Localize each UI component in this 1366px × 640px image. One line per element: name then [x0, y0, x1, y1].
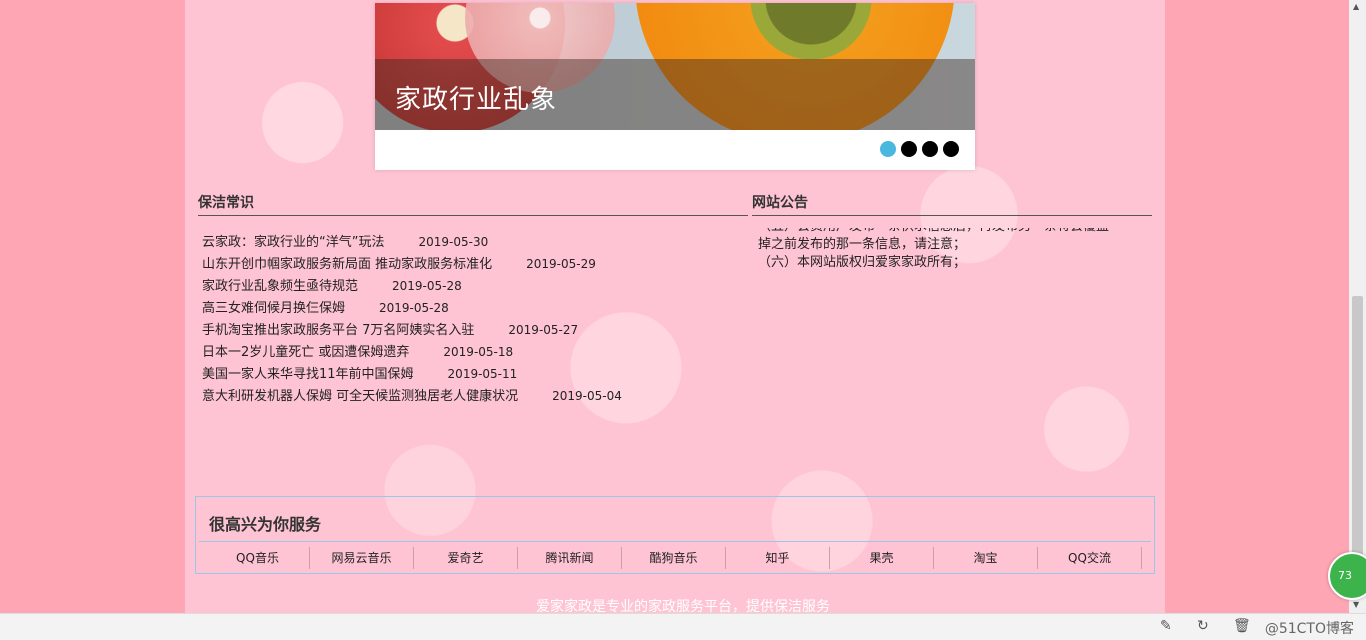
news-title[interactable]: 高三女难伺候月换仨保姆: [202, 301, 345, 316]
list-item[interactable]: 日本一2岁儿童死亡 或因遭保姆遗弃 2019-05-18: [202, 341, 622, 363]
scroll-up-icon[interactable]: ▲: [1353, 2, 1359, 11]
image-slider: 家政行业乱象: [375, 3, 975, 170]
link-qq-music[interactable]: QQ音乐: [206, 547, 310, 569]
friend-links: QQ音乐 网易云音乐 爱奇艺 腾讯新闻 酷狗音乐 知乎 果壳 淘宝 QQ交流: [206, 547, 1142, 569]
notice-scroller: （五）会员用户发布一条供求信息后，再发布另一条将会覆盖 掉之前发布的那一条信息，…: [758, 228, 1138, 278]
list-item[interactable]: 高三女难伺候月换仨保姆 2019-05-28: [202, 297, 622, 319]
knowledge-list: 云家政：家政行业的“洋气”玩法 2019-05-30 山东开创巾帼家政服务新局面 …: [202, 231, 622, 407]
news-title[interactable]: 美国一家人来华寻找11年前中国保姆: [202, 367, 414, 382]
pin-icon[interactable]: ✎: [1160, 618, 1172, 634]
refresh-icon[interactable]: ↻: [1197, 618, 1209, 634]
list-item[interactable]: 山东开创巾帼家政服务新局面 推动家政服务标准化 2019-05-29: [202, 253, 622, 275]
news-date: 2019-05-11: [447, 367, 518, 381]
scroll-thumb[interactable]: [1352, 296, 1363, 596]
news-title[interactable]: 日本一2岁儿童死亡 或因遭保姆遗弃: [202, 345, 409, 360]
news-date: 2019-05-28: [392, 279, 462, 293]
news-date: 2019-05-04: [552, 389, 622, 403]
slider-dot-3[interactable]: [922, 141, 938, 157]
news-date: 2019-05-29: [526, 257, 596, 271]
slide-caption: 家政行业乱象: [395, 85, 558, 115]
news-title[interactable]: 山东开创巾帼家政服务新局面 推动家政服务标准化: [202, 257, 492, 272]
link-taobao[interactable]: 淘宝: [934, 547, 1038, 569]
notice-line: （六）本网站版权归爱家家政所有；: [758, 255, 967, 270]
list-item[interactable]: 家政行业乱象频生亟待规范 2019-05-28: [202, 275, 622, 297]
news-date: 2019-05-18: [443, 345, 514, 359]
news-title[interactable]: 意大利研发机器人保姆 可全天候监测独居老人健康状况: [202, 389, 518, 404]
service-box: 很高兴为你服务 QQ音乐 网易云音乐 爱奇艺 腾讯新闻 酷狗音乐 知乎 果壳 淘…: [195, 496, 1155, 574]
notice-line: 掉之前发布的那一条信息，请注意；: [758, 237, 967, 252]
news-title[interactable]: 云家政：家政行业的“洋气”玩法: [202, 235, 384, 250]
slide-image[interactable]: 家政行业乱象: [375, 3, 975, 130]
link-qq-chat[interactable]: QQ交流: [1038, 547, 1142, 569]
notice-line: （五）会员用户发布一条供求信息后，再发布另一条将会覆盖: [758, 228, 1138, 236]
slider-dot-1[interactable]: [880, 141, 896, 157]
link-kugou-music[interactable]: 酷狗音乐: [622, 547, 726, 569]
link-netease-music[interactable]: 网易云音乐: [310, 547, 414, 569]
service-title: 很高兴为你服务: [209, 515, 322, 534]
list-item[interactable]: 美国一家人来华寻找11年前中国保姆 2019-05-11: [202, 363, 622, 385]
link-iqiyi[interactable]: 爱奇艺: [414, 547, 518, 569]
knowledge-heading: 保洁常识: [198, 192, 748, 216]
vertical-scrollbar[interactable]: ▲ ▼: [1349, 0, 1366, 613]
slider-dot-4[interactable]: [943, 141, 959, 157]
notice-heading: 网站公告: [752, 192, 1152, 216]
divider: [199, 541, 1151, 542]
floating-badge[interactable]: 73: [1328, 552, 1366, 600]
list-item[interactable]: 手机淘宝推出家政服务平台 7万名阿姨实名入驻 2019-05-27: [202, 319, 622, 341]
news-date: 2019-05-30: [418, 235, 489, 249]
slider-dots: [880, 141, 959, 157]
link-zhihu[interactable]: 知乎: [726, 547, 830, 569]
link-tencent-news[interactable]: 腾讯新闻: [518, 547, 622, 569]
watermark-text: @51CTO博客: [1264, 621, 1354, 637]
scroll-down-icon[interactable]: ▼: [1353, 600, 1359, 609]
news-date: 2019-05-27: [508, 323, 579, 337]
slider-dot-2[interactable]: [901, 141, 917, 157]
link-guokr[interactable]: 果壳: [830, 547, 934, 569]
trash-icon[interactable]: 🗑: [1233, 618, 1251, 634]
news-title[interactable]: 家政行业乱象频生亟待规范: [202, 279, 358, 294]
news-title[interactable]: 手机淘宝推出家政服务平台 7万名阿姨实名入驻: [202, 323, 474, 338]
list-item[interactable]: 意大利研发机器人保姆 可全天候监测独居老人健康状况 2019-05-04: [202, 385, 622, 407]
news-date: 2019-05-28: [379, 301, 449, 315]
list-item[interactable]: 云家政：家政行业的“洋气”玩法 2019-05-30: [202, 231, 622, 253]
browser-status-bar: ✎ ↻ 🗑 @51CTO博客: [0, 613, 1366, 640]
